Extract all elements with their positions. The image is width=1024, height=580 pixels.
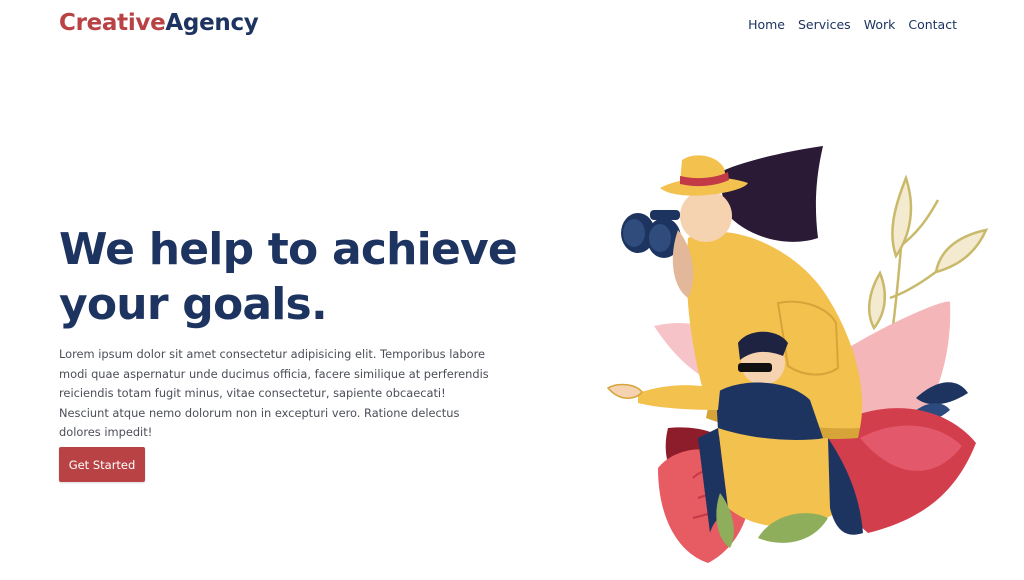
nav-link-contact[interactable]: Contact	[908, 17, 957, 32]
hero-title: We help to achieve your goals.	[59, 222, 539, 332]
get-started-button[interactable]: Get Started	[59, 447, 145, 482]
nav-link-services[interactable]: Services	[798, 17, 851, 32]
binoculars-icon	[621, 210, 681, 258]
navbar: CreativeAgency Home Services Work Contac…	[0, 0, 1024, 52]
hero-title-line2: your goals.	[59, 279, 328, 330]
brand-logo-part2: Agency	[165, 10, 259, 36]
hero-title-line1: We help to achieve	[59, 224, 518, 275]
explorers-illustration	[606, 146, 989, 563]
nav-link-work[interactable]: Work	[864, 17, 896, 32]
nav-menu: Home Services Work Contact	[748, 17, 957, 32]
brand-logo-part1: Creative	[59, 10, 166, 36]
brand-logo[interactable]: CreativeAgency	[59, 10, 259, 36]
hero-description: Lorem ipsum dolor sit amet consectetur a…	[59, 347, 489, 440]
nav-link-home[interactable]: Home	[748, 17, 785, 32]
